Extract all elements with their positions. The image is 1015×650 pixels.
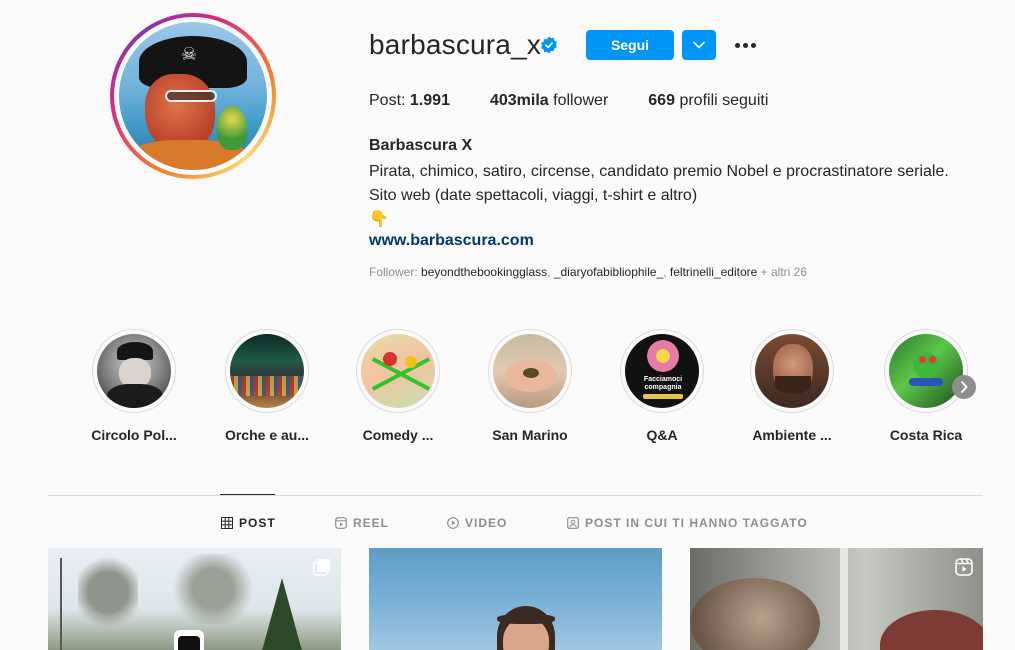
followed-by-account: beyondthebookingglass — [421, 265, 548, 279]
highlight-cover: Facciamoci compagnia — [625, 334, 699, 408]
stat-following[interactable]: 669 profili seguiti — [648, 92, 768, 110]
highlight-cover — [361, 334, 435, 408]
bio-line: Pirata, chimico, satiro, circense, candi… — [369, 163, 949, 180]
highlight-label: Ambiente ... — [752, 427, 832, 443]
highlight-ring — [884, 329, 968, 413]
highlight-cover — [493, 334, 567, 408]
post-thumbnail[interactable] — [369, 548, 662, 650]
profile-stats: Post: 1.991 403mila follower 669 profili… — [369, 92, 808, 110]
stat-posts-label: Post: — [369, 92, 406, 109]
post-thumbnail[interactable] — [48, 548, 341, 650]
followed-by-account: _diaryofabibliophile_ — [553, 265, 664, 279]
highlight-ring — [750, 329, 834, 413]
stat-posts-value: 1.991 — [409, 92, 450, 109]
highlight-item[interactable]: Ambiente ... — [732, 329, 852, 443]
highlight-cover — [755, 334, 829, 408]
highlight-ring — [356, 329, 440, 413]
stat-following-value: 669 — [648, 92, 675, 109]
highlight-label: Q&A — [646, 427, 678, 443]
highlight-item[interactable]: Facciamoci compagnia Q&A — [602, 329, 722, 443]
avatar-image: ☠ — [119, 22, 267, 170]
tab-tagged[interactable]: POST IN CUI TI HANNO TAGGATO — [567, 516, 808, 530]
tabs-divider — [48, 495, 983, 496]
chevron-right-icon — [961, 381, 968, 393]
highlight-label: Comedy ... — [362, 427, 434, 443]
highlight-label: Circolo Pol... — [91, 427, 177, 443]
carousel-icon — [313, 559, 330, 576]
stat-following-label: profili seguiti — [679, 92, 769, 109]
reel-icon — [955, 558, 973, 576]
followed-by-account: feltrinelli_editore — [669, 265, 758, 279]
profile-bio: Pirata, chimico, satiro, circense, candi… — [369, 160, 989, 232]
profile-avatar[interactable]: ☠ — [110, 13, 276, 179]
reel-icon — [335, 517, 347, 529]
more-dot-icon — [750, 42, 756, 48]
highlight-item[interactable]: Comedy ... — [338, 329, 458, 443]
more-dot-icon — [742, 42, 748, 48]
play-icon — [447, 517, 459, 529]
highlight-label: Costa Rica — [889, 427, 963, 443]
suggested-accounts-button[interactable] — [682, 30, 716, 60]
highlights-next-button[interactable] — [952, 375, 976, 399]
chevron-down-icon — [693, 41, 705, 49]
avatar-border: ☠ — [114, 17, 272, 175]
active-tab-indicator — [220, 494, 275, 495]
followed-by-prefix: Follower: — [369, 265, 418, 279]
highlight-ring — [92, 329, 176, 413]
post-image — [690, 548, 983, 650]
profile-username: barbascura_x — [369, 29, 542, 60]
highlight-cover-text: Facciamoci compagnia — [643, 376, 683, 391]
profile-full-name: Barbascura X — [369, 137, 473, 154]
bio-line: 👇 — [369, 211, 389, 228]
more-dot-icon — [734, 42, 740, 48]
tab-label: POST IN CUI TI HANNO TAGGATO — [585, 516, 808, 530]
avatar-parrot — [217, 106, 247, 150]
tagged-icon — [567, 517, 579, 529]
highlight-label: Orche e au... — [224, 427, 310, 443]
followed-by[interactable]: Follower: beyondthebookingglass, _diaryo… — [369, 265, 807, 279]
tab-video[interactable]: VIDEO — [447, 516, 507, 530]
stat-followers-value: 403mila — [489, 92, 549, 109]
highlight-cover — [230, 334, 304, 408]
tab-label: POST — [239, 516, 276, 530]
highlight-cover — [889, 334, 963, 408]
post-image — [48, 548, 341, 650]
highlight-ring — [488, 329, 572, 413]
tab-label: REEL — [353, 516, 390, 530]
follow-button[interactable]: Segui — [586, 30, 674, 60]
post-thumbnail[interactable] — [690, 548, 983, 650]
bio-line: Sito web (date spettacoli, viaggi, t-shi… — [369, 187, 698, 204]
highlight-label: San Marino — [492, 427, 568, 443]
profile-website-link[interactable]: www.barbascura.com — [369, 232, 534, 250]
tab-reels[interactable]: REEL — [335, 516, 389, 530]
verified-badge-icon — [541, 36, 557, 54]
grid-icon — [221, 517, 233, 529]
skull-icon: ☠ — [181, 44, 198, 64]
post-image — [369, 548, 662, 650]
highlight-item[interactable]: Orche e au... — [207, 329, 327, 443]
tab-label: VIDEO — [465, 516, 508, 530]
stat-posts: Post: 1.991 — [369, 92, 450, 110]
more-options-button[interactable] — [732, 34, 758, 56]
highlight-cover — [97, 334, 171, 408]
stat-followers-label: follower — [553, 92, 609, 109]
stat-followers[interactable]: 403mila follower — [490, 92, 608, 110]
avatar-glasses — [165, 90, 217, 102]
highlight-ring — [225, 329, 309, 413]
followed-by-more: + altri 26 — [760, 265, 807, 279]
tab-posts[interactable]: POST — [221, 516, 276, 530]
highlight-item[interactable]: San Marino — [470, 329, 590, 443]
highlight-ring: Facciamoci compagnia — [620, 329, 704, 413]
highlight-item[interactable]: Circolo Pol... — [74, 329, 194, 443]
